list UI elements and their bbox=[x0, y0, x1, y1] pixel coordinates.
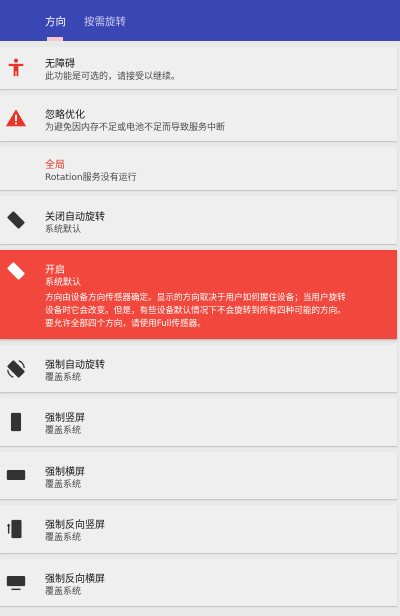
card-subtitle: 系统默认 bbox=[45, 278, 82, 288]
phone-rotate-icon bbox=[5, 260, 27, 282]
phone-tilted-icon bbox=[5, 209, 27, 231]
description-line: 要允许全部四个方向，请使用Full传感器。 bbox=[45, 319, 206, 329]
card-force-auto-rotate[interactable]: 强制自动旋转 覆盖系统 bbox=[0, 345, 397, 392]
card-title: 全局 bbox=[45, 160, 65, 171]
card-force-reverse-landscape[interactable]: 强制反向横屏 覆盖系统 bbox=[0, 559, 397, 606]
accessibility-icon bbox=[5, 57, 27, 79]
top-tab-bar: 方向 按需旋转 bbox=[0, 0, 400, 41]
phone-reverse-landscape-icon bbox=[5, 571, 27, 593]
card-title: 强制反向竖屏 bbox=[45, 520, 105, 531]
card-title: 强制反向横屏 bbox=[45, 574, 105, 585]
card-subtitle: 系统默认 bbox=[45, 225, 82, 235]
phone-reverse-portrait-icon bbox=[5, 518, 27, 540]
card-force-reverse-portrait[interactable]: 强制反向竖屏 覆盖系统 bbox=[0, 505, 397, 553]
tab-on-demand-rotation[interactable]: 按需旋转 bbox=[84, 14, 126, 29]
card-accessibility[interactable]: 无障碍 此功能是可选的，请接受以继续。 bbox=[0, 47, 397, 89]
card-global[interactable]: 全局 Rotation服务没有运行 bbox=[0, 147, 397, 190]
card-title: 开启 bbox=[45, 265, 65, 276]
card-subtitle: 覆盖系统 bbox=[45, 373, 82, 383]
card-title: 强制自动旋转 bbox=[45, 360, 105, 371]
phone-landscape-icon bbox=[5, 464, 27, 486]
card-title: 忽略优化 bbox=[45, 110, 85, 121]
tab-orientation[interactable]: 方向 bbox=[45, 14, 66, 29]
card-title: 无障碍 bbox=[45, 59, 75, 70]
phone-portrait-icon bbox=[5, 411, 27, 433]
card-force-portrait[interactable]: 强制竖屏 覆盖系统 bbox=[0, 398, 397, 446]
card-subtitle: 覆盖系统 bbox=[45, 426, 82, 436]
active-tab-indicator bbox=[47, 37, 63, 41]
card-subtitle: 为避免因内存不足或电池不足而导致服务中断 bbox=[45, 123, 226, 133]
card-description: 方向由设备方向传感器确定。显示的方向取决于用户如何握住设备；当用户旋转 设备时它… bbox=[45, 292, 391, 331]
description-line: 设备时它会改变。但是，有些设备默认情况下不会旋转到所有四种可能的方向。 bbox=[45, 306, 346, 316]
card-title: 关闭自动旋转 bbox=[45, 212, 105, 223]
card-subtitle: Rotation服务没有运行 bbox=[45, 173, 137, 183]
card-subtitle: 覆盖系统 bbox=[45, 533, 82, 543]
card-subtitle: 覆盖系统 bbox=[45, 587, 82, 597]
card-subtitle: 覆盖系统 bbox=[45, 480, 82, 490]
phone-auto-rotate-icon bbox=[5, 358, 27, 380]
warning-icon bbox=[5, 107, 27, 129]
card-title: 强制横屏 bbox=[45, 467, 85, 478]
card-disable-auto-rotate[interactable]: 关闭自动旋转 系统默认 bbox=[0, 196, 397, 244]
card-force-landscape[interactable]: 强制横屏 覆盖系统 bbox=[0, 452, 397, 499]
card-enabled-selected[interactable]: 开启 系统默认 方向由设备方向传感器确定。显示的方向取决于用户如何握住设备；当用… bbox=[0, 250, 397, 339]
card-ignore-optimization[interactable]: 忽略优化 为避免因内存不足或电池不足而导致服务中断 bbox=[0, 95, 397, 141]
description-line: 方向由设备方向传感器确定。显示的方向取决于用户如何握住设备；当用户旋转 bbox=[45, 293, 346, 303]
card-subtitle: 此功能是可选的，请接受以继续。 bbox=[45, 72, 181, 82]
card-title: 强制竖屏 bbox=[45, 413, 85, 424]
